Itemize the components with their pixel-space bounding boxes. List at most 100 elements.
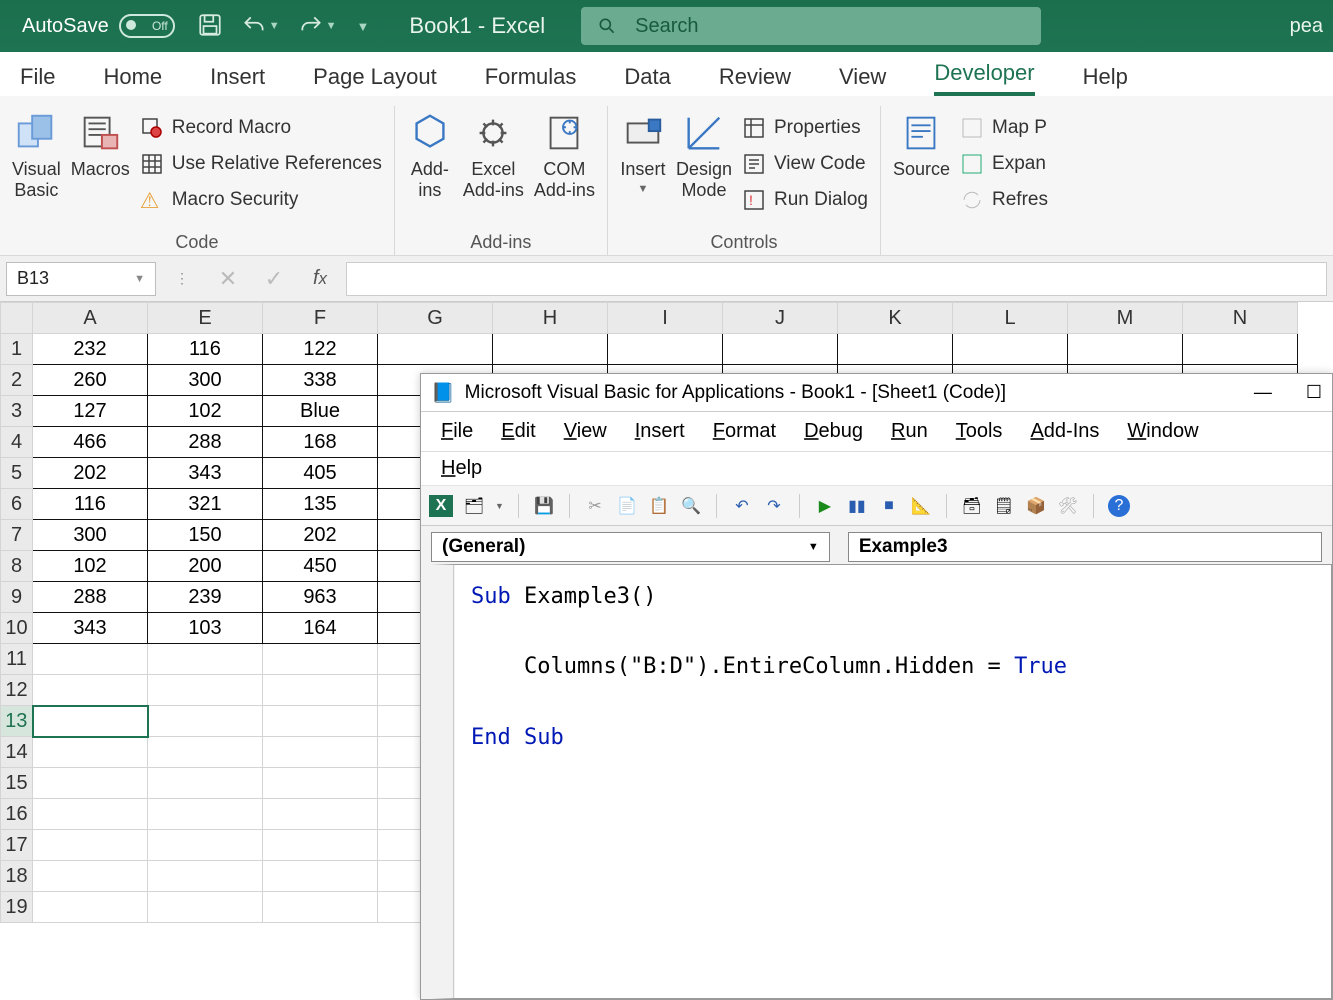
cell-F15[interactable] (263, 768, 378, 799)
toolbox-icon[interactable]: 🛠 (1057, 495, 1079, 517)
row-header-3[interactable]: 3 (1, 396, 33, 427)
vba-menu-window[interactable]: Window (1127, 420, 1198, 443)
tab-home[interactable]: Home (103, 58, 162, 96)
addins-button[interactable]: Add- ins (407, 106, 453, 200)
row-header-19[interactable]: 19 (1, 892, 33, 923)
cut-icon[interactable]: ✂ (584, 495, 606, 517)
vba-code-pane[interactable]: Sub Example3() Columns("B:D").EntireColu… (431, 564, 1332, 999)
vba-window[interactable]: 📘 Microsoft Visual Basic for Application… (420, 373, 1333, 1000)
row-header-7[interactable]: 7 (1, 520, 33, 551)
row-header-15[interactable]: 15 (1, 768, 33, 799)
cell-J1[interactable] (723, 334, 838, 365)
cell-E5[interactable]: 343 (148, 458, 263, 489)
vba-menu-add-ins[interactable]: Add-Ins (1030, 420, 1099, 443)
column-header-E[interactable]: E (148, 303, 263, 334)
cell-I1[interactable] (608, 334, 723, 365)
cell-E17[interactable] (148, 830, 263, 861)
cell-A10[interactable]: 343 (33, 613, 148, 644)
tab-page-layout[interactable]: Page Layout (313, 58, 437, 96)
paste-icon[interactable]: 📋 (648, 495, 670, 517)
row-header-16[interactable]: 16 (1, 799, 33, 830)
cell-E19[interactable] (148, 892, 263, 923)
cell-E7[interactable]: 150 (148, 520, 263, 551)
cell-F4[interactable]: 168 (263, 427, 378, 458)
cell-A9[interactable]: 288 (33, 582, 148, 613)
run-icon[interactable]: ▶ (814, 495, 836, 517)
vba-menu-tools[interactable]: Tools (956, 420, 1003, 443)
vba-titlebar[interactable]: 📘 Microsoft Visual Basic for Application… (421, 374, 1332, 412)
cell-K1[interactable] (838, 334, 953, 365)
row-header-2[interactable]: 2 (1, 365, 33, 396)
cell-A7[interactable]: 300 (33, 520, 148, 551)
cell-A16[interactable] (33, 799, 148, 830)
object-browser-icon[interactable]: 📦 (1025, 495, 1047, 517)
cancel-formula-button[interactable]: ✕ (208, 262, 248, 296)
namebox-menu[interactable]: ⋮ (162, 262, 202, 296)
cell-N1[interactable] (1183, 334, 1298, 365)
design-mode-button[interactable]: Design Mode (676, 106, 732, 200)
macro-security-button[interactable]: ⚠Macro Security (140, 184, 382, 216)
cell-F3[interactable]: Blue (263, 396, 378, 427)
find-icon[interactable]: 🔍 (680, 495, 702, 517)
view-code-button[interactable]: View Code (742, 148, 868, 180)
cell-E16[interactable] (148, 799, 263, 830)
undo-icon[interactable]: ▼ (241, 13, 280, 39)
row-header-14[interactable]: 14 (1, 737, 33, 768)
copy-icon[interactable]: 📄 (616, 495, 638, 517)
use-relative-references-button[interactable]: Use Relative References (140, 148, 382, 180)
row-header-1[interactable]: 1 (1, 334, 33, 365)
cell-F2[interactable]: 338 (263, 365, 378, 396)
record-macro-button[interactable]: Record Macro (140, 112, 382, 144)
autosave-toggle[interactable]: Off (119, 14, 175, 38)
column-header-L[interactable]: L (953, 303, 1068, 334)
com-addins-button[interactable]: COM Add-ins (534, 106, 595, 200)
project-explorer-icon[interactable]: 🗃 (961, 495, 983, 517)
column-header-G[interactable]: G (378, 303, 493, 334)
row-header-9[interactable]: 9 (1, 582, 33, 613)
row-header-5[interactable]: 5 (1, 458, 33, 489)
row-header-4[interactable]: 4 (1, 427, 33, 458)
macros-button[interactable]: Macros (71, 106, 130, 180)
cell-F8[interactable]: 450 (263, 551, 378, 582)
cell-E10[interactable]: 103 (148, 613, 263, 644)
column-header-F[interactable]: F (263, 303, 378, 334)
column-header-H[interactable]: H (493, 303, 608, 334)
account-name[interactable]: pea (1290, 15, 1323, 38)
cell-A17[interactable] (33, 830, 148, 861)
cell-M1[interactable] (1068, 334, 1183, 365)
cell-F5[interactable]: 405 (263, 458, 378, 489)
undo-icon[interactable]: ↶ (731, 495, 753, 517)
cell-E2[interactable]: 300 (148, 365, 263, 396)
cell-A1[interactable]: 232 (33, 334, 148, 365)
cell-E12[interactable] (148, 675, 263, 706)
formula-input[interactable] (346, 262, 1327, 296)
tab-formulas[interactable]: Formulas (485, 58, 577, 96)
cell-A5[interactable]: 202 (33, 458, 148, 489)
vba-menu-edit[interactable]: Edit (501, 420, 535, 443)
tab-data[interactable]: Data (624, 58, 670, 96)
column-header-M[interactable]: M (1068, 303, 1183, 334)
insert-module-icon[interactable]: 🗂 (463, 495, 485, 517)
cell-A4[interactable]: 466 (33, 427, 148, 458)
select-all-corner[interactable] (1, 303, 33, 334)
cell-F18[interactable] (263, 861, 378, 892)
save-icon[interactable]: 💾 (533, 495, 555, 517)
cell-F13[interactable] (263, 706, 378, 737)
cell-E11[interactable] (148, 644, 263, 675)
cell-A19[interactable] (33, 892, 148, 923)
cell-F16[interactable] (263, 799, 378, 830)
vba-menu-insert[interactable]: Insert (635, 420, 685, 443)
cell-A6[interactable]: 116 (33, 489, 148, 520)
cell-F6[interactable]: 135 (263, 489, 378, 520)
row-header-11[interactable]: 11 (1, 644, 33, 675)
cell-A15[interactable] (33, 768, 148, 799)
cell-A11[interactable] (33, 644, 148, 675)
row-header-10[interactable]: 10 (1, 613, 33, 644)
row-header-6[interactable]: 6 (1, 489, 33, 520)
cell-F19[interactable] (263, 892, 378, 923)
cell-E3[interactable]: 102 (148, 396, 263, 427)
cell-F10[interactable]: 164 (263, 613, 378, 644)
row-header-8[interactable]: 8 (1, 551, 33, 582)
run-dialog-button[interactable]: !Run Dialog (742, 184, 868, 216)
insert-control-button[interactable]: Insert▼ (620, 106, 666, 195)
